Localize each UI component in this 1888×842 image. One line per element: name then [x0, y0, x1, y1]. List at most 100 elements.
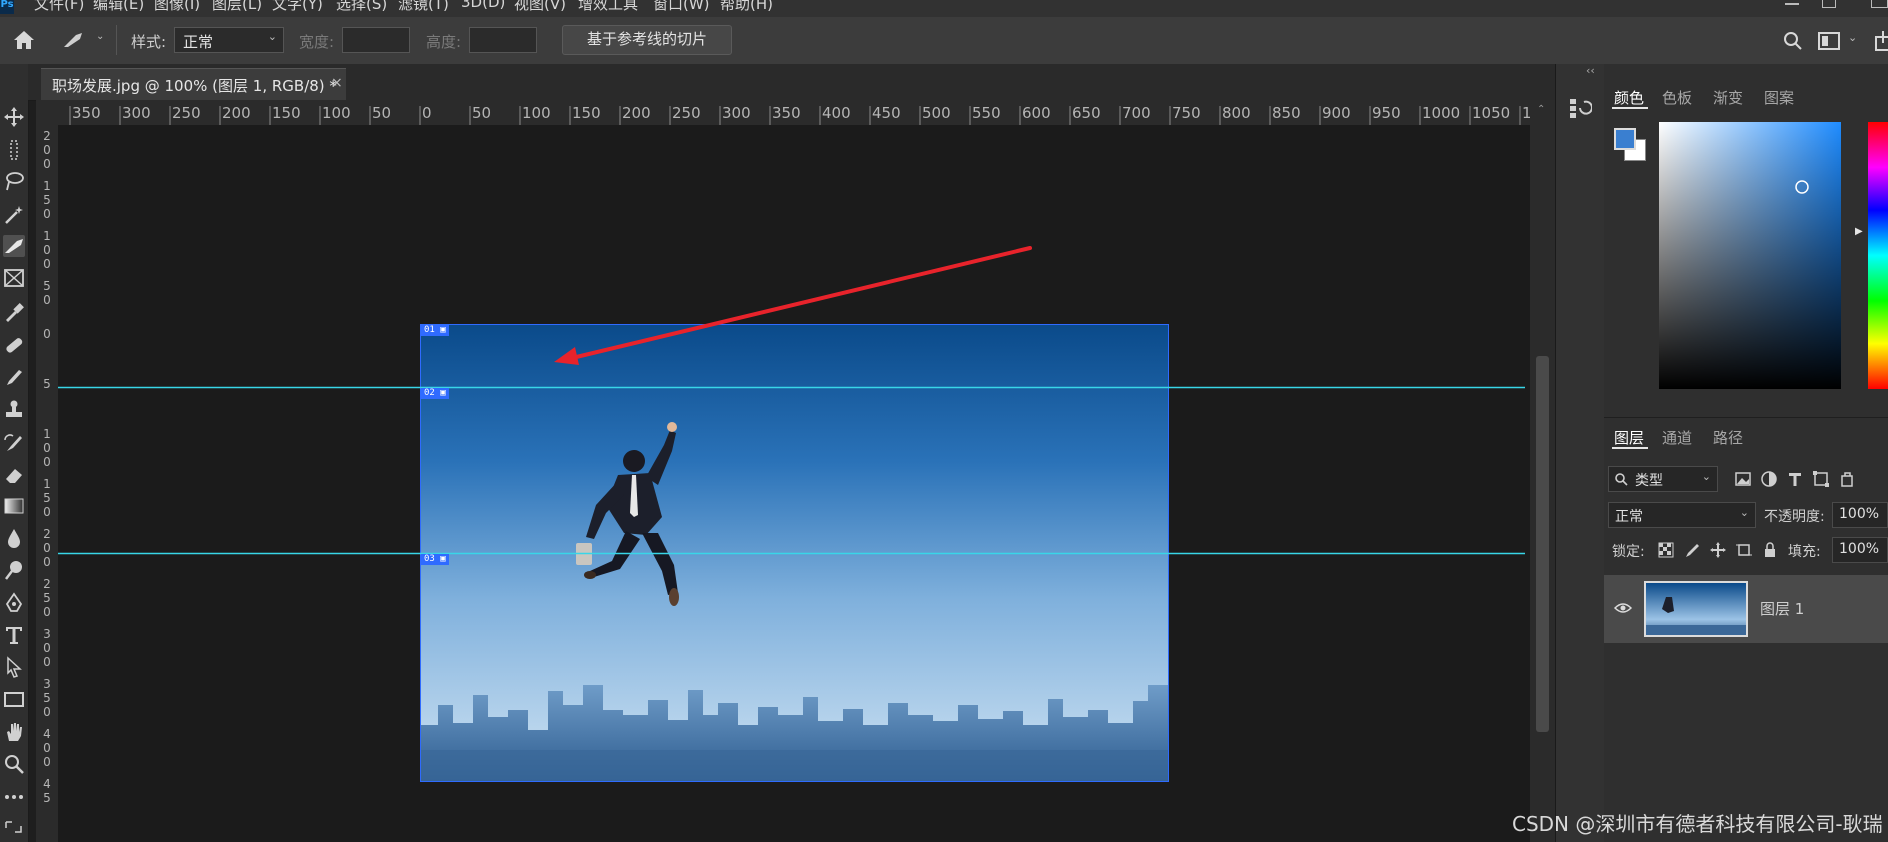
ruler-label: 1 [43, 477, 51, 491]
home-icon[interactable] [12, 29, 36, 51]
close-tab-button[interactable]: × [331, 75, 343, 91]
lock-artboard-icon[interactable] [1736, 542, 1752, 558]
magic-wand-tool[interactable] [3, 204, 25, 226]
menu-layer[interactable]: 图层(L) [212, 0, 262, 14]
lock-pixels-icon[interactable] [1684, 542, 1700, 558]
canvas-area[interactable]: 01 ▣ 02 ▣ 03 ▣ [58, 125, 1555, 842]
layer-name[interactable]: 图层 1 [1760, 598, 1804, 619]
tab-layers[interactable]: 图层 [1614, 427, 1644, 448]
menu-view[interactable]: 视图(V) [514, 0, 566, 14]
eyedropper-tool[interactable] [3, 301, 25, 323]
ruler-label: 700 [1122, 104, 1151, 122]
search-icon[interactable] [1783, 31, 1803, 51]
menu-file[interactable]: 文件(F) [34, 0, 84, 14]
menu-edit[interactable]: 编辑(E) [93, 0, 144, 14]
dodge-tool[interactable] [3, 559, 25, 581]
slice-tool-preset-icon[interactable] [62, 31, 84, 49]
chevron-down-icon[interactable]: ⌄ [96, 31, 104, 42]
lock-position-icon[interactable] [1710, 542, 1726, 558]
slice-badge[interactable]: 02 ▣ [421, 388, 449, 399]
restore-button[interactable] [1822, 0, 1836, 8]
lasso-tool[interactable] [3, 170, 25, 192]
blend-mode-select[interactable]: 正常 ⌄ [1608, 502, 1756, 528]
blur-tool[interactable] [3, 527, 25, 549]
menu-3d[interactable]: 3D(D) [461, 0, 505, 11]
workspace-icon[interactable] [1818, 32, 1840, 50]
layer-thumbnail[interactable] [1644, 581, 1748, 637]
height-input[interactable] [469, 27, 537, 53]
ruler-origin[interactable] [36, 100, 59, 126]
style-select[interactable]: 正常 ⌄ [174, 27, 284, 53]
foreground-color-swatch[interactable] [1614, 128, 1636, 150]
chevron-down-icon: ⌄ [1739, 506, 1749, 519]
marquee-tool[interactable] [3, 139, 25, 161]
rectangle-tool[interactable] [3, 688, 25, 710]
slices-from-guides-button[interactable]: 基于参考线的切片 [562, 25, 732, 55]
ruler-label: 0 [43, 441, 51, 455]
ruler-label: 3 [43, 627, 51, 641]
width-input[interactable] [342, 27, 410, 53]
menu-type[interactable]: 文字(Y) [272, 0, 323, 14]
slice-tool[interactable] [3, 235, 25, 257]
filter-shape-icon[interactable] [1812, 470, 1830, 488]
history-brush-tool[interactable] [3, 432, 25, 454]
gradient-tool[interactable] [3, 495, 25, 517]
vertical-scrollbar[interactable]: ⌃ [1530, 100, 1555, 842]
frame-tool[interactable] [3, 267, 25, 289]
lock-transparency-icon[interactable] [1658, 542, 1674, 558]
filter-smart-object-icon[interactable] [1838, 470, 1856, 488]
style-label: 样式: [131, 33, 167, 51]
document-tab[interactable]: 职场发展.jpg @ 100% (图层 1, RGB/8) * × [41, 68, 346, 100]
history-panel-icon[interactable] [1568, 96, 1592, 120]
hand-tool[interactable] [3, 721, 25, 743]
more-tools[interactable] [3, 786, 25, 808]
slice-badge[interactable]: 01 ▣ [421, 325, 449, 336]
minimize-button[interactable] [1785, 3, 1799, 5]
lock-all-icon[interactable] [1762, 542, 1778, 558]
tab-channels[interactable]: 通道 [1662, 427, 1692, 448]
ruler-label: 750 [1172, 104, 1201, 122]
tab-color[interactable]: 颜色 [1614, 87, 1644, 108]
vertical-ruler[interactable]: 2 0 0 1 5 0 1 0 0 5 0 0 5 1 0 0 1 5 0 2 … [36, 125, 59, 842]
collapse-panels-icon[interactable]: ‹‹ [1586, 64, 1595, 77]
ruler-label: 200 [622, 104, 651, 122]
zoom-tool[interactable] [3, 753, 25, 775]
eraser-tool[interactable] [3, 464, 25, 486]
hue-slider-handle-icon[interactable]: ▶ [1855, 226, 1863, 237]
color-picker-field[interactable] [1659, 122, 1841, 389]
layer-row[interactable]: 图层 1 [1604, 575, 1888, 643]
menu-help[interactable]: 帮助(H) [720, 0, 773, 14]
filter-pixel-icon[interactable] [1734, 470, 1752, 488]
horizontal-ruler[interactable]: 350 300 250 200 150 100 50 0 50 100 150 … [58, 100, 1555, 126]
path-selection-tool[interactable] [3, 656, 25, 678]
swap-colors[interactable] [3, 816, 25, 838]
tab-swatches[interactable]: 色板 [1662, 87, 1692, 108]
bandage-icon [6, 338, 23, 353]
move-tool[interactable] [3, 106, 25, 128]
stamp-tool[interactable] [3, 398, 25, 420]
healing-brush-tool[interactable] [3, 334, 25, 356]
tab-gradients[interactable]: 渐变 [1713, 87, 1743, 108]
brush-tool[interactable] [3, 366, 25, 388]
filter-adjustment-icon[interactable] [1760, 470, 1778, 488]
type-tool[interactable] [3, 624, 25, 646]
chevron-down-icon[interactable]: ⌄ [1848, 31, 1857, 44]
menu-plugins[interactable]: 增效工具 [578, 0, 638, 14]
menu-image[interactable]: 图像(I) [154, 0, 200, 14]
slice-badge[interactable]: 03 ▣ [421, 554, 449, 565]
scrollbar-thumb[interactable] [1536, 356, 1549, 732]
filter-type-icon[interactable] [1786, 470, 1804, 488]
close-window-button[interactable] [1871, 0, 1888, 8]
tab-patterns[interactable]: 图案 [1764, 87, 1794, 108]
opacity-input[interactable]: 100% [1832, 502, 1888, 528]
pen-tool[interactable] [3, 592, 25, 614]
eye-icon[interactable] [1614, 601, 1632, 615]
hue-slider[interactable] [1864, 122, 1888, 389]
menu-window[interactable]: 窗口(W) [653, 0, 710, 14]
share-icon[interactable] [1875, 31, 1888, 51]
scroll-up-icon[interactable]: ⌃ [1537, 104, 1545, 115]
menu-select[interactable]: 选择(S) [336, 0, 387, 14]
fill-input[interactable]: 100% [1832, 537, 1888, 563]
tab-paths[interactable]: 路径 [1713, 427, 1743, 448]
menu-filter[interactable]: 滤镜(T) [398, 0, 449, 14]
